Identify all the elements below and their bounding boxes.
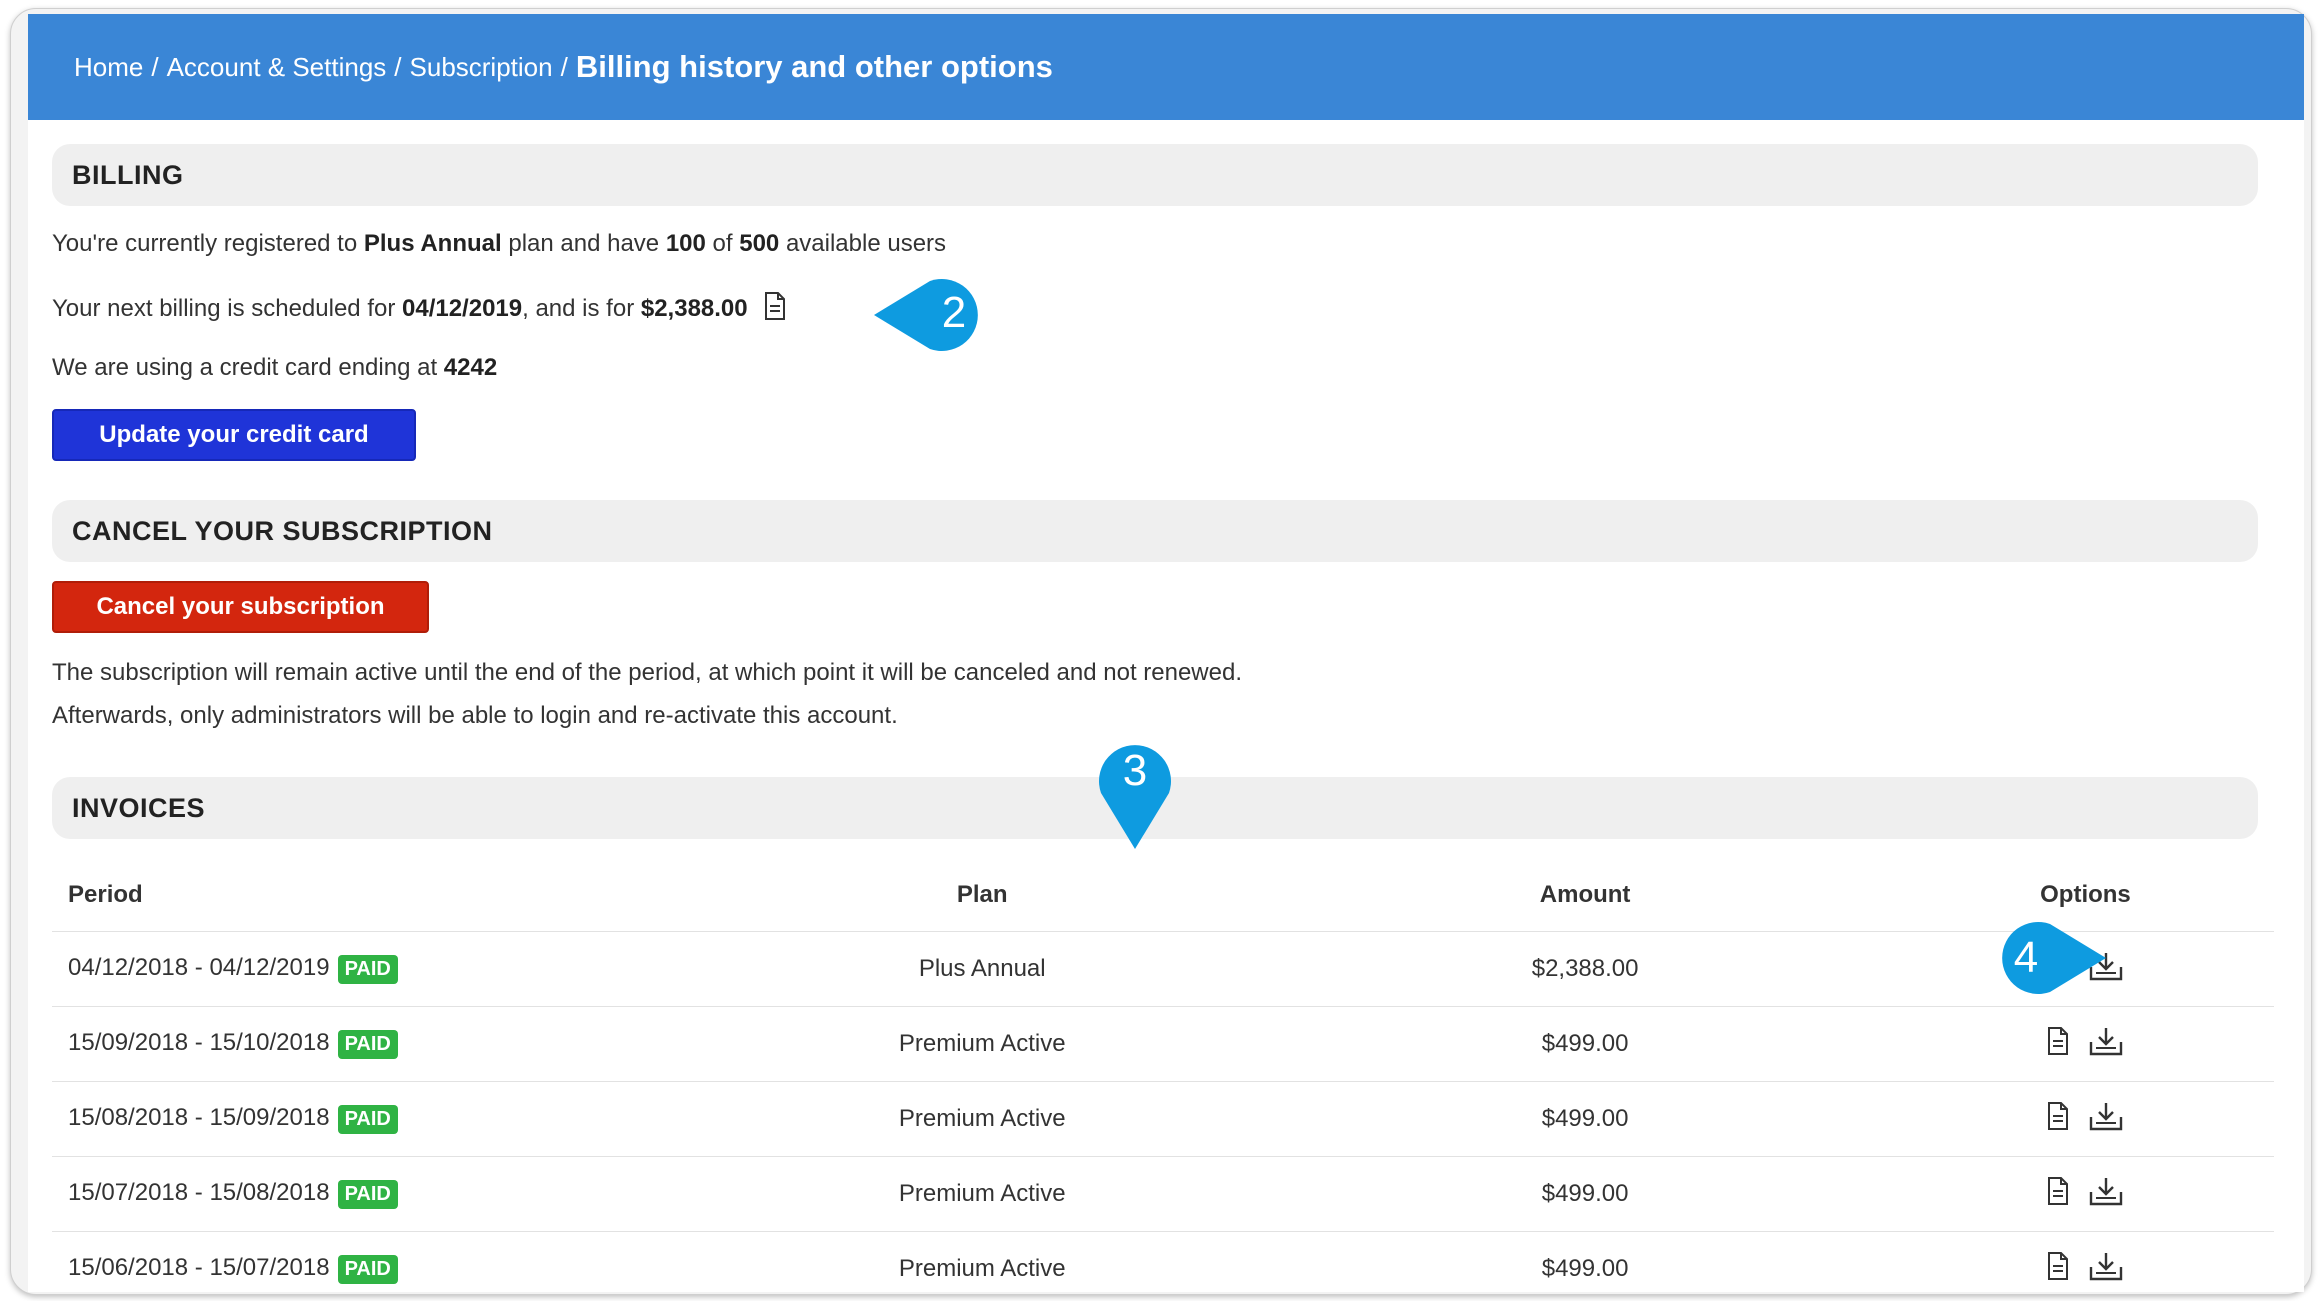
invoice-options	[1896, 1006, 2274, 1082]
document-icon[interactable]	[2047, 1102, 2069, 1130]
breadcrumb-separator: /	[560, 51, 568, 82]
cancel-note-2: Afterwards, only administrators will be …	[52, 702, 898, 729]
invoice-period: 15/07/2018 - 15/08/2018	[68, 1179, 330, 1207]
invoice-period: 15/09/2018 - 15/10/2018	[68, 1029, 330, 1057]
callout-marker-4: 4	[2002, 922, 2106, 994]
invoice-amount: $499.00	[1273, 1156, 1897, 1232]
cancel-section-header: CANCEL YOUR SUBSCRIPTION	[52, 500, 2258, 562]
table-row: 15/06/2018 - 15/07/2018 PAID Premium Acti…	[52, 1231, 2274, 1292]
credit-card-prefix: We are using a credit card ending at	[52, 354, 438, 381]
app-window: Home / Account & Settings / Subscription…	[28, 14, 2304, 1292]
billing-section-header: BILLING	[52, 144, 2258, 206]
invoice-options	[1896, 1156, 2274, 1232]
callout-marker-2: 2	[874, 279, 978, 351]
invoice-period-cell: 15/07/2018 - 15/08/2018 PAID	[52, 1156, 692, 1232]
update-credit-card-button[interactable]: Update your credit card	[52, 409, 416, 461]
invoice-plan: Premium Active	[691, 1231, 1274, 1292]
credit-card-line: We are using a credit card ending at 424…	[52, 354, 497, 382]
used-users-count: 100	[665, 230, 706, 257]
cancel-subscription-button[interactable]: Cancel your subscription	[52, 581, 429, 633]
next-billing-amount: $2,388.00	[640, 294, 748, 322]
table-row: 15/09/2018 - 15/10/2018 PAID Premium Acti…	[52, 1006, 2274, 1082]
callout-label-2: 2	[942, 288, 966, 337]
page-title: Billing history and other options	[575, 49, 1053, 84]
invoice-plan: Premium Active	[691, 1006, 1274, 1082]
next-billing-middle: , and is for	[522, 294, 635, 322]
document-icon[interactable]	[2047, 1177, 2069, 1205]
download-icon[interactable]	[2089, 1176, 2123, 1206]
status-badge: PAID	[337, 1104, 398, 1134]
next-billing-prefix: Your next billing is scheduled for	[52, 294, 396, 322]
invoice-amount: $2,388.00	[1273, 931, 1897, 1007]
invoice-period-cell: 04/12/2018 - 04/12/2019 PAID	[52, 931, 692, 1007]
invoice-amount: $499.00	[1273, 1081, 1897, 1157]
table-row: 15/07/2018 - 15/08/2018 PAID Premium Acti…	[52, 1156, 2274, 1232]
next-billing-line: Your next billing is scheduled for 04/12…	[52, 292, 786, 327]
plan-summary-middle: plan and have	[508, 230, 660, 257]
invoice-period-cell: 15/09/2018 - 15/10/2018 PAID	[52, 1006, 692, 1082]
breadcrumb-subscription[interactable]: Subscription	[410, 52, 553, 83]
invoice-plan: Premium Active	[691, 1081, 1274, 1157]
invoice-amount: $499.00	[1273, 1006, 1897, 1082]
breadcrumb-home[interactable]: Home	[74, 52, 143, 83]
plan-summary-prefix: You're currently registered to	[52, 230, 358, 257]
invoice-plan: Plus Annual	[691, 931, 1274, 1007]
invoice-options	[1896, 1081, 2274, 1157]
breadcrumb-separator: /	[394, 51, 402, 82]
document-icon[interactable]	[2047, 1252, 2069, 1280]
plan-summary-suffix: available users	[785, 230, 947, 257]
breadcrumb-account-settings[interactable]: Account & Settings	[167, 52, 387, 83]
invoice-options	[1896, 1231, 2274, 1292]
invoice-amount: $499.00	[1273, 1231, 1897, 1292]
invoice-period: 15/06/2018 - 15/07/2018	[68, 1254, 330, 1282]
plan-summary-line: You're currently registered to Plus Annu…	[52, 230, 946, 258]
breadcrumb-separator: /	[151, 51, 159, 82]
invoice-period: 04/12/2018 - 04/12/2019	[68, 954, 330, 982]
callout-label-3: 3	[1123, 746, 1147, 795]
column-header-plan: Plan	[691, 859, 1274, 932]
column-header-period: Period	[52, 859, 692, 932]
column-header-amount: Amount	[1273, 859, 1897, 932]
breadcrumb: Home / Account & Settings / Subscription…	[28, 49, 1053, 85]
plan-summary-of: of	[712, 230, 733, 257]
cancel-note-1: The subscription will remain active unti…	[52, 659, 1243, 686]
document-icon[interactable]	[764, 292, 786, 327]
invoice-period-cell: 15/08/2018 - 15/09/2018 PAID	[52, 1081, 692, 1157]
callout-marker-3: 3	[1099, 745, 1171, 849]
table-row: 04/12/2018 - 04/12/2019 PAID Plus Annual …	[52, 931, 2274, 1007]
card-last-four: 4242	[443, 354, 498, 381]
status-badge: PAID	[337, 954, 398, 984]
top-bar: Home / Account & Settings / Subscription…	[28, 14, 2304, 120]
invoice-period-cell: 15/06/2018 - 15/07/2018 PAID	[52, 1231, 692, 1292]
download-icon[interactable]	[2089, 1101, 2123, 1131]
table-header-row: Period Plan Amount Options	[52, 859, 2274, 932]
status-badge: PAID	[337, 1179, 398, 1209]
table-row: 15/08/2018 - 15/09/2018 PAID Premium Acti…	[52, 1081, 2274, 1157]
invoice-plan: Premium Active	[691, 1156, 1274, 1232]
current-plan-name: Plus Annual	[363, 230, 502, 257]
invoice-period: 15/08/2018 - 15/09/2018	[68, 1104, 330, 1132]
status-badge: PAID	[337, 1029, 398, 1059]
callout-label-4: 4	[2014, 933, 2038, 982]
total-users-count: 500	[739, 230, 780, 257]
next-billing-date: 04/12/2019	[402, 294, 523, 322]
document-icon[interactable]	[2047, 1027, 2069, 1055]
invoices-table: Period Plan Amount Options 04/12/2018 - …	[52, 859, 2274, 1292]
status-badge: PAID	[337, 1254, 398, 1284]
download-icon[interactable]	[2089, 1251, 2123, 1281]
download-icon[interactable]	[2089, 1026, 2123, 1056]
